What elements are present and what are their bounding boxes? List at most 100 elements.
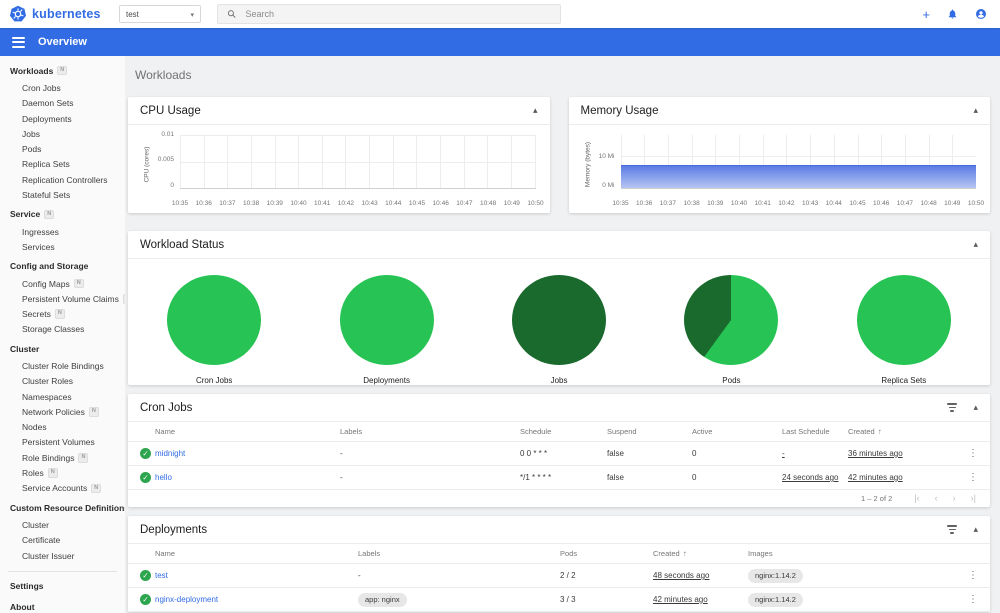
column-header-sorted[interactable]: Created [653,549,748,558]
page-title: Workloads [135,68,192,82]
resource-link[interactable]: hello [155,473,340,482]
sidebar-item-deployments[interactable]: Deployments [0,111,125,126]
sidebar-item-persistent-volume-claims[interactable]: Persistent Volume ClaimsN [0,291,125,306]
column-header[interactable]: Suspend [607,427,692,436]
sidebar-item-crd-cluster-issuer[interactable]: Cluster Issuer [0,548,125,563]
row-menu-icon[interactable] [964,448,982,459]
collapse-caret-icon[interactable] [533,105,538,116]
column-header[interactable]: Schedule [520,427,607,436]
workload-pie[interactable] [167,275,262,365]
filter-icon[interactable] [947,403,958,412]
sidebar-item-cluster-role-bindings[interactable]: Cluster Role Bindings [0,358,125,373]
kubernetes-logo[interactable]: kubernetes [0,5,119,23]
sidebar-group-cluster[interactable]: Cluster [0,341,125,356]
column-header[interactable]: Labels [358,549,560,558]
create-resource-icon[interactable]: + [922,8,930,21]
sidebar-item-namespaces[interactable]: Namespaces [0,389,125,404]
table-row[interactable]: hello - */1 * * * * false 0 24 seconds a… [128,466,990,490]
column-header-sorted[interactable]: Created [848,427,963,436]
sidebar-item-pods[interactable]: Pods [0,141,125,156]
table-row[interactable]: test - 2 / 2 48 seconds ago nginx:1.14.2 [128,564,990,588]
sidebar-item-services[interactable]: Services [0,239,125,254]
resource-link[interactable]: midnight [155,449,340,458]
collapse-caret-icon[interactable] [973,239,978,250]
sidebar-item-storage-classes[interactable]: Storage Classes [0,322,125,337]
collapse-caret-icon[interactable] [973,402,978,413]
sidebar-item-nodes[interactable]: Nodes [0,420,125,435]
row-menu-icon[interactable] [964,570,982,581]
resource-link[interactable]: nginx-deployment [155,595,358,604]
pie-label: Cron Jobs [195,376,233,385]
sidebar-item-secrets[interactable]: Secrets N [0,306,125,321]
column-header[interactable]: Name [155,549,358,558]
sidebar-item-service-accounts[interactable]: Service Accounts N [0,481,125,496]
sidebar-item-cron-jobs[interactable]: Cron Jobs [0,80,125,95]
namespaced-badge: N [44,209,55,220]
sidebar-group-workloads[interactable]: Workloads N [0,63,125,78]
first-page-icon[interactable] [914,494,919,503]
sidebar-item-config-maps[interactable]: Config Maps N [0,276,125,291]
app-bar: Overview [0,28,1000,56]
row-menu-icon[interactable] [964,472,982,483]
table-row[interactable]: midnight - 0 0 * * * false 0 - 36 minute… [128,442,990,466]
sidebar-item-settings[interactable]: Settings [0,578,125,593]
sidebar-item-replication-controllers[interactable]: Replication Controllers [0,172,125,187]
sidebar-item-stateful-sets[interactable]: Stateful Sets [0,187,125,202]
sidebar-item-jobs[interactable]: Jobs [0,126,125,141]
sidebar-item-roles[interactable]: Roles N [0,465,125,480]
column-header[interactable]: Name [155,427,340,436]
menu-hamburger-icon[interactable] [12,36,25,48]
previous-page-icon[interactable] [935,494,938,503]
sidebar-item-crd-cluster[interactable]: Cluster [0,517,125,532]
namespaced-badge: N [73,278,84,289]
column-header[interactable]: Labels [340,427,520,436]
workload-pie[interactable] [684,275,779,365]
memory-area-series [620,164,976,188]
collapse-caret-icon[interactable] [973,105,978,116]
sidebar-item-cluster-roles[interactable]: Cluster Roles [0,374,125,389]
namespace-select[interactable]: test [119,5,201,23]
namespaced-badge: N [47,468,58,478]
namespaced-badge: N [78,453,89,463]
y-tick-label: 0 Mi [602,182,615,189]
column-header[interactable]: Last Schedule [782,427,848,436]
sidebar-group-service[interactable]: Service N [0,207,125,222]
workload-pie[interactable] [856,275,951,365]
status-ok-icon [140,594,151,605]
card-title: Workload Status [140,238,225,251]
sidebar-group-custom-resource-definitions[interactable]: Custom Resource Definitions [0,500,125,515]
workload-pie[interactable] [512,275,607,365]
resource-link[interactable]: test [155,571,358,580]
sidebar-item-about[interactable]: About [0,600,125,613]
account-icon[interactable] [975,8,987,20]
card-title: Deployments [140,523,208,536]
workload-pie[interactable] [339,275,434,365]
sidebar-item-persistent-volumes[interactable]: Persistent Volumes [0,435,125,450]
sidebar-item-ingresses[interactable]: Ingresses [0,224,125,239]
column-header[interactable]: Active [692,427,782,436]
sidebar-item-replica-sets[interactable]: Replica Sets [0,157,125,172]
sidebar-item-role-bindings[interactable]: Role Bindings N [0,450,125,465]
last-page-icon[interactable] [971,494,976,503]
y-tick-label: 0 [170,182,174,189]
search-input[interactable] [245,9,551,19]
column-header[interactable]: Images [748,549,963,558]
search-bar[interactable] [217,4,561,24]
notifications-bell-icon[interactable] [947,8,958,20]
sidebar-group-config-and-storage[interactable]: Config and Storage [0,259,125,274]
chevron-down-icon [190,10,194,19]
x-axis: 10:35 10:36 10:37 10:38 10:39 10:40 10:41 10:42… [612,200,985,207]
sidebar-item-daemon-sets[interactable]: Daemon Sets [0,96,125,111]
filter-icon[interactable] [947,525,958,534]
sidebar-item-crd-certificate[interactable]: Certificate [0,533,125,548]
row-menu-icon[interactable] [964,594,982,605]
namespaced-badge: N [88,407,99,417]
y-axis-label: Memory (bytes) [584,141,591,188]
status-pie-jobs: Jobs [473,259,645,385]
sidebar-item-network-policies[interactable]: Network Policies N [0,404,125,419]
column-header[interactable]: Pods [560,549,653,558]
table-row[interactable]: nginx-deployment app: nginx 3 / 3 42 min… [128,588,990,612]
collapse-caret-icon[interactable] [973,524,978,535]
next-page-icon[interactable] [953,494,956,503]
cpu-usage-card: CPU Usage CPU (cores) 0 0.005 0.01 10:35… [128,97,550,213]
